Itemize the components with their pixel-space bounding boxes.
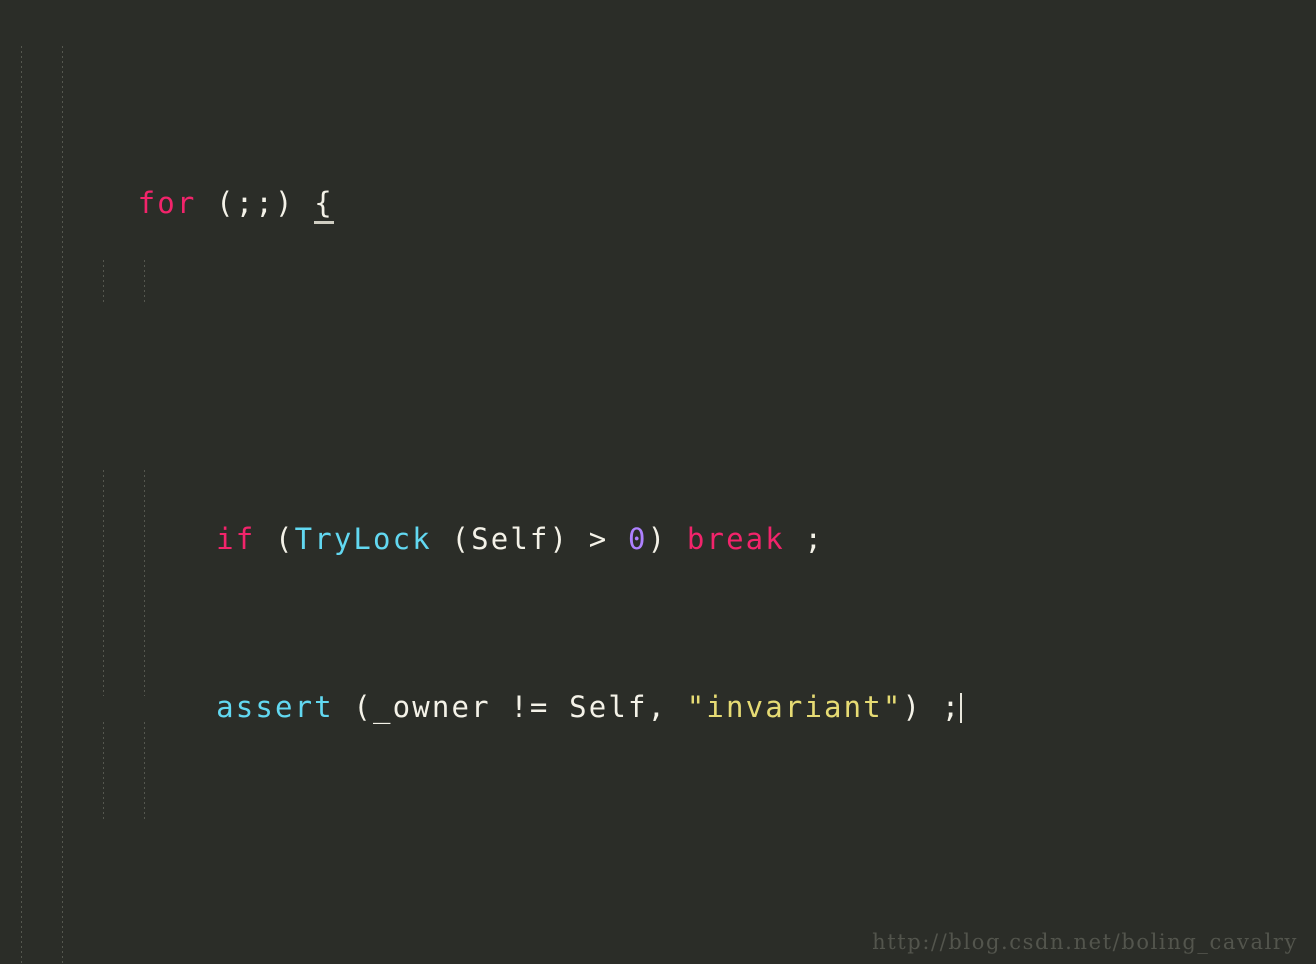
token-plain: ) (647, 522, 687, 556)
token-plain: ; (784, 522, 825, 556)
token-plain: ) ; (902, 690, 962, 724)
token-number: 0 (627, 522, 648, 556)
code-content[interactable]: for (;;) { if (TryLock (Self) > 0) break… (20, 14, 1316, 964)
token-brace-open-matched: { (314, 186, 334, 224)
code-line[interactable]: if (TryLock (Self) > 0) break ; (20, 476, 1316, 556)
token-plain: (Self) > (431, 522, 628, 556)
token-keyword-for: for (137, 186, 197, 220)
token-keyword-break: break (686, 522, 785, 556)
code-line[interactable]: for (;;) { (20, 140, 1316, 224)
token-function-assert: assert (216, 690, 334, 724)
watermark-url: http://blog.csdn.net/boling_cavalry (872, 930, 1298, 954)
token-string: "invariant" (686, 690, 903, 724)
token-keyword-if: if (216, 522, 256, 556)
token-function-trylock: TryLock (294, 522, 432, 556)
code-line[interactable]: assert (_owner != Self, "invariant") ; (20, 644, 1316, 724)
text-caret (960, 693, 963, 723)
code-editor-window: for (;;) { if (TryLock (Self) > 0) break… (0, 0, 1316, 964)
token-plain: (;;) (196, 186, 315, 220)
token-plain: (_owner != Self, (333, 690, 687, 724)
token-plain: ( (255, 522, 295, 556)
